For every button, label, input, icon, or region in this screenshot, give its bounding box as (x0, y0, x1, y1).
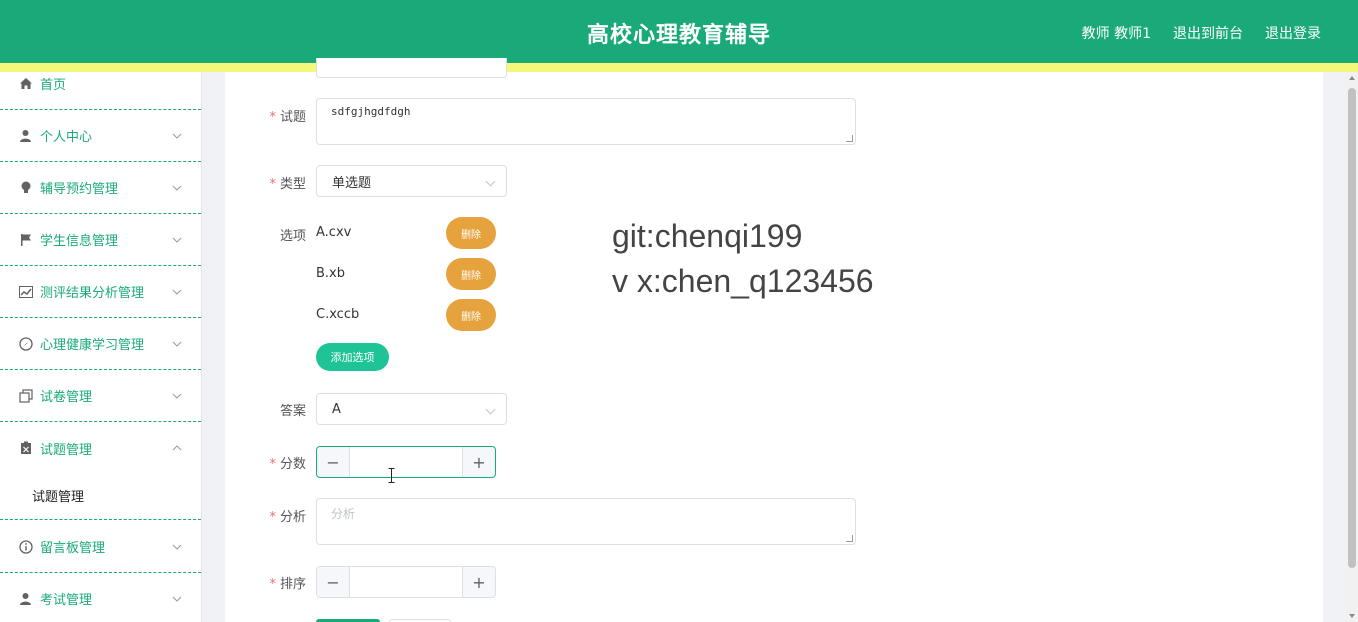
option-item: A.cxv (316, 225, 352, 240)
sort-input[interactable] (350, 567, 462, 597)
chevron-down-icon (485, 404, 496, 415)
compass-icon (18, 336, 33, 351)
delete-option-button[interactable]: 删除 (446, 217, 496, 249)
add-option-button[interactable]: 添加选项 (316, 343, 389, 371)
resize-grip-icon[interactable] (846, 135, 853, 142)
sidebar-item-questions[interactable]: 试题管理 (0, 422, 201, 474)
chevron-down-icon (172, 133, 182, 139)
scroll-up-icon[interactable] (1349, 76, 1355, 80)
analysis-textarea[interactable]: 分析 (316, 498, 856, 545)
scrollbar-thumb[interactable] (1348, 88, 1356, 568)
exit-to-front-link[interactable]: 退出到前台 (1173, 23, 1243, 43)
sort-stepper[interactable]: − + (316, 566, 496, 598)
sidebar-item-papers[interactable]: 试卷管理 (0, 370, 201, 422)
sidebar-item-label: 个人中心 (40, 130, 93, 145)
decrement-button[interactable]: − (317, 567, 350, 597)
submenu-item-questions[interactable]: 试题管理 (0, 472, 201, 520)
increment-button[interactable]: + (462, 447, 495, 477)
user-icon (18, 128, 33, 143)
delete-option-button[interactable]: 删除 (446, 258, 496, 290)
info-icon (18, 539, 33, 554)
header-actions: 教师 教师1 退出到前台 退出登录 (1082, 23, 1321, 43)
answer-select[interactable]: A (316, 393, 507, 425)
option-item: B.xb (316, 266, 345, 281)
delete-option-button[interactable]: 删除 (446, 299, 496, 331)
header-accent-bar (0, 63, 1358, 72)
watermark-line: v x:chen_q123456 (612, 263, 874, 299)
user-label: 教师 教师1 (1081, 26, 1151, 42)
analysis-label: * 分析 (269, 510, 306, 525)
sidebar-item-label: 留言板管理 (40, 541, 106, 556)
user-icon (18, 591, 33, 606)
home-icon (18, 76, 33, 91)
page-scrollbar[interactable] (1346, 72, 1358, 622)
chevron-down-icon (172, 185, 182, 191)
increment-button[interactable]: + (462, 567, 495, 597)
scroll-down-icon[interactable] (1349, 614, 1355, 618)
sort-label: * 排序 (269, 577, 306, 592)
sidebar-item-label: 测评结果分析管理 (40, 286, 145, 301)
chevron-down-icon (172, 237, 182, 243)
answer-label: 答案 (279, 404, 306, 419)
bulb-icon (18, 180, 33, 195)
flag-icon (18, 232, 33, 247)
sidebar-item-label: 心理健康学习管理 (40, 338, 145, 353)
submenu-item-label: 试题管理 (32, 490, 85, 505)
score-input[interactable] (350, 447, 462, 477)
type-label: * 类型 (269, 177, 306, 192)
type-select[interactable]: 单选题 (316, 165, 507, 197)
sidebar-item-mental-health[interactable]: 心理健康学习管理 (0, 318, 201, 370)
text-cursor-icon (388, 468, 395, 483)
sidebar-item-label: 辅导预约管理 (40, 182, 119, 197)
chevron-down-icon (172, 289, 182, 295)
sidebar-item-results[interactable]: 测评结果分析管理 (0, 266, 201, 318)
sidebar-item-personal-center[interactable]: 个人中心 (0, 110, 201, 162)
decrement-button[interactable]: − (317, 447, 350, 477)
question-textarea[interactable]: sdfgjhgdfdgh (316, 98, 856, 145)
sidebar-item-home[interactable]: 首页 (0, 72, 201, 110)
chevron-down-icon (172, 341, 182, 347)
sidebar-item-label: 试题管理 (40, 442, 93, 458)
question-label: * 试题 (269, 110, 306, 125)
clipped-field[interactable] (316, 58, 507, 78)
sidebar-item-counseling[interactable]: 辅导预约管理 (0, 162, 201, 214)
option-item: C.xccb (316, 307, 360, 322)
sidebar-item-message-board[interactable]: 留言板管理 (0, 521, 201, 573)
score-label: * 分数 (269, 457, 306, 472)
sidebar-item-students[interactable]: 学生信息管理 (0, 214, 201, 266)
chevron-down-icon (172, 544, 182, 550)
clipboard-icon (18, 441, 33, 456)
sidebar-item-label: 试卷管理 (40, 390, 93, 405)
watermark-line: git:chenqi199 (612, 218, 803, 254)
resize-grip-icon[interactable] (846, 535, 853, 542)
sidebar: 首页 个人中心 辅导预约管理 学生信息管理 测评结果分析管理 心理健康学习管理 (0, 72, 202, 622)
chevron-down-icon (172, 393, 182, 399)
logout-link[interactable]: 退出登录 (1265, 23, 1321, 43)
score-stepper[interactable]: − + (316, 446, 496, 478)
chevron-down-icon (485, 176, 496, 187)
top-header: 高校心理教育辅导 教师 教师1 退出到前台 退出登录 (0, 0, 1358, 63)
chevron-up-icon (172, 445, 182, 451)
sidebar-item-label: 首页 (40, 78, 67, 93)
options-label: 选项 (279, 229, 306, 244)
sidebar-item-exams[interactable]: 考试管理 (0, 573, 201, 622)
chevron-down-icon (172, 596, 182, 602)
sidebar-item-label: 考试管理 (40, 593, 93, 608)
sidebar-item-label: 学生信息管理 (40, 234, 119, 249)
copy-icon (18, 388, 33, 403)
chart-icon (18, 284, 33, 299)
